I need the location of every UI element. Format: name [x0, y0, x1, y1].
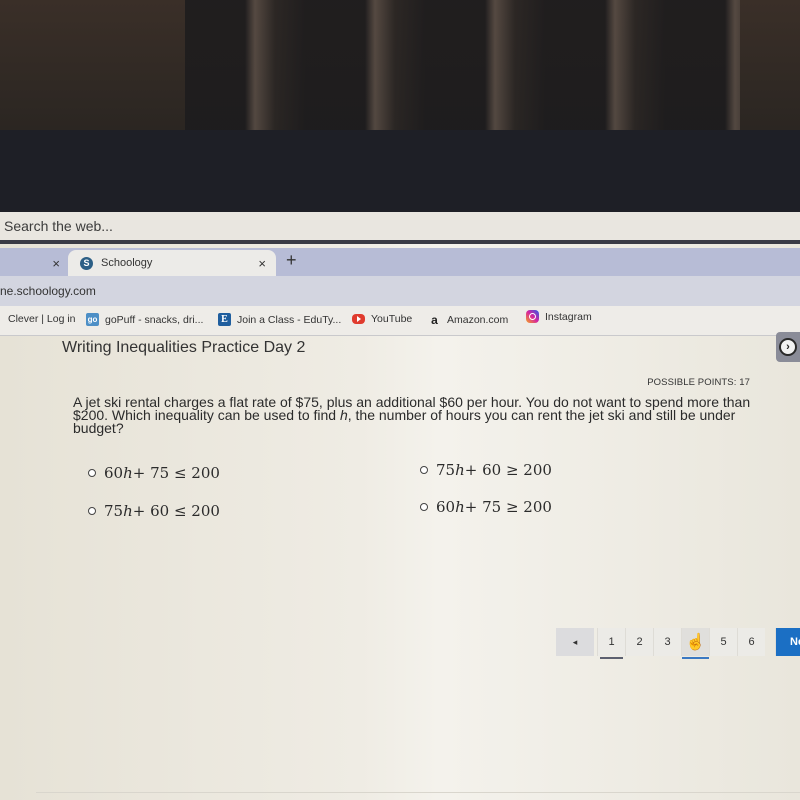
page-button-6[interactable]: 6	[737, 628, 765, 656]
amazon-icon: a	[431, 312, 438, 327]
bookmark-edutyping[interactable]: E Join a Class - EduTy...	[218, 313, 341, 326]
option-var: h	[455, 498, 465, 516]
browser-screen: Search the web... × S Schoology × + ne.s…	[0, 212, 800, 800]
bookmarks-bar: Clever | Log in go goPuff - snacks, dri.…	[0, 306, 800, 336]
bookmark-label: Amazon.com	[447, 313, 509, 326]
gopuff-icon: go	[86, 313, 99, 326]
new-tab-button[interactable]: +	[286, 250, 297, 271]
monitor-bezel	[0, 130, 800, 215]
bookmark-youtube[interactable]: YouTube	[352, 313, 412, 325]
question-pagination: ◂ 1 2 3 ☝ 5 6 Ne	[556, 628, 800, 659]
url-text: ne.schoology.com	[0, 284, 96, 298]
option-var: h	[455, 461, 465, 479]
tab-previous[interactable]: ×	[0, 250, 68, 276]
option-coef: 75	[104, 502, 124, 520]
content-divider	[36, 792, 800, 793]
close-icon[interactable]: ×	[52, 256, 60, 271]
option-var: h	[123, 464, 133, 482]
hand-cursor-icon: ☝	[685, 634, 706, 651]
answer-option-4[interactable]: 60 h + 75 ≥ 200	[420, 498, 552, 516]
bookmark-gopuff[interactable]: go goPuff - snacks, dri...	[86, 313, 203, 326]
radio-button[interactable]	[88, 469, 96, 477]
option-var: h	[123, 502, 133, 520]
page-button-4[interactable]: ☝	[681, 628, 709, 659]
possible-points: POSSIBLE POINTS: 17	[647, 377, 750, 388]
question-variable: h	[339, 407, 348, 423]
close-icon[interactable]: ×	[258, 256, 266, 271]
page-button-3[interactable]: 3	[653, 628, 681, 656]
previous-page-button[interactable]: ◂	[556, 628, 594, 656]
tab-schoology[interactable]: S Schoology ×	[68, 250, 276, 276]
option-rest: + 75 ≤ 200	[132, 464, 220, 482]
bookmark-label: Join a Class - EduTy...	[237, 313, 342, 326]
search-placeholder: Search the web...	[4, 218, 113, 234]
option-rest: + 60 ≥ 200	[464, 461, 552, 479]
option-rest: + 75 ≥ 200	[464, 498, 552, 516]
youtube-icon	[352, 314, 365, 324]
bookmark-label: YouTube	[371, 313, 413, 325]
schoology-icon: S	[80, 256, 93, 270]
caret-left-icon: ◂	[572, 636, 578, 647]
tab-label: Schoology	[101, 257, 153, 269]
radio-button[interactable]	[88, 507, 96, 515]
option-coef: 60	[104, 464, 124, 482]
web-search-bar[interactable]: Search the web...	[0, 212, 800, 244]
answer-option-2[interactable]: 75 h + 60 ≥ 200	[420, 461, 552, 479]
next-button[interactable]: Ne	[775, 628, 800, 656]
option-coef: 60	[436, 498, 456, 516]
address-bar[interactable]: ne.schoology.com	[0, 276, 800, 306]
bookmark-amazon[interactable]: a Amazon.com	[428, 312, 509, 327]
answer-option-1[interactable]: 60 h + 75 ≤ 200	[88, 464, 220, 482]
tab-strip: × S Schoology ×	[0, 248, 800, 276]
page-button-1[interactable]: 1	[597, 628, 625, 659]
radio-button[interactable]	[420, 503, 428, 511]
edutyping-icon: E	[218, 313, 231, 326]
option-coef: 75	[436, 461, 456, 479]
option-rest: + 60 ≤ 200	[132, 502, 220, 520]
bookmark-label: Instagram	[545, 310, 592, 323]
instagram-icon	[526, 310, 539, 323]
page-title: Writing Inequalities Practice Day 2	[62, 339, 306, 356]
bookmark-label: Clever | Log in	[8, 313, 76, 325]
expand-panel-button[interactable]: ›	[776, 332, 800, 362]
page-button-5[interactable]: 5	[709, 628, 737, 656]
radio-button[interactable]	[420, 466, 428, 474]
bookmark-label: goPuff - snacks, dri...	[105, 313, 204, 326]
answer-option-3[interactable]: 75 h + 60 ≤ 200	[88, 502, 220, 520]
question-text: A jet ski rental charges a flat rate of …	[73, 395, 763, 435]
chevron-right-icon: ›	[779, 338, 797, 356]
bookmark-clever[interactable]: Clever | Log in	[8, 313, 76, 325]
bookmark-instagram[interactable]: Instagram	[526, 310, 592, 323]
page-button-2[interactable]: 2	[625, 628, 653, 656]
